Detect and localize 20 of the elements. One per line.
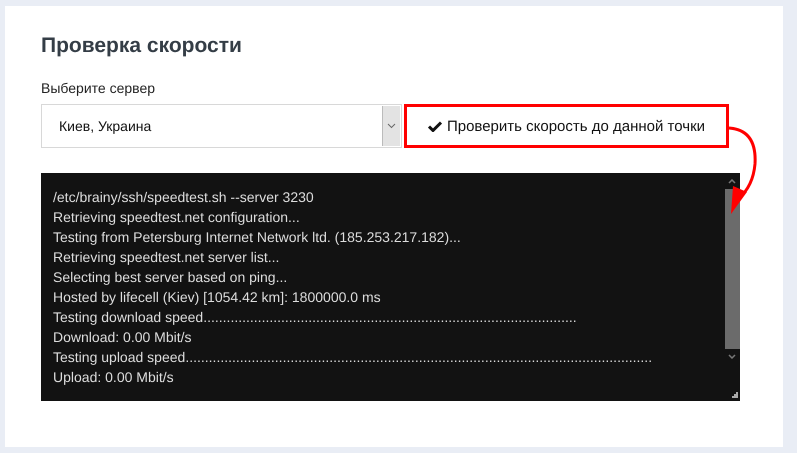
terminal-line: Testing from Petersburg Internet Network ltd. (185.253.217.182)... bbox=[53, 228, 462, 247]
terminal-line: Hosted by lifecell (Kiev) [1054.42 km]: 1800000.0 ms bbox=[53, 288, 382, 307]
scroll-up-icon bbox=[728, 179, 736, 184]
terminal-line: /etc/brainy/ssh/speedtest.sh --server 3230 bbox=[53, 188, 315, 207]
server-select[interactable]: Киев, Украина bbox=[41, 104, 402, 148]
checkmark-icon bbox=[428, 120, 442, 132]
page-title: Проверка скорости bbox=[41, 34, 243, 58]
check-speed-button[interactable]: Проверить скорость до данной точки bbox=[404, 104, 729, 148]
terminal-line: Testing download speed................................................................................................ bbox=[53, 308, 578, 327]
scroll-thumb[interactable] bbox=[724, 189, 740, 349]
resize-grip-icon bbox=[732, 392, 738, 398]
caret-icon bbox=[387, 123, 396, 129]
terminal-line: Retrieving speedtest.net configuration... bbox=[53, 208, 301, 227]
scroll-down-icon bbox=[728, 354, 736, 359]
terminal-line: Upload: 0.00 Mbit/s bbox=[53, 368, 175, 387]
server-label: Выберите сервер bbox=[41, 80, 156, 96]
terminal-line: Selecting best server based on ping... bbox=[53, 268, 288, 287]
terminal-line: Testing upload speed........................................................................................................................ bbox=[53, 348, 654, 367]
terminal-line: Download: 0.00 Mbit/s bbox=[53, 328, 193, 347]
terminal-line: Retrieving speedtest.net server list... bbox=[53, 248, 280, 267]
